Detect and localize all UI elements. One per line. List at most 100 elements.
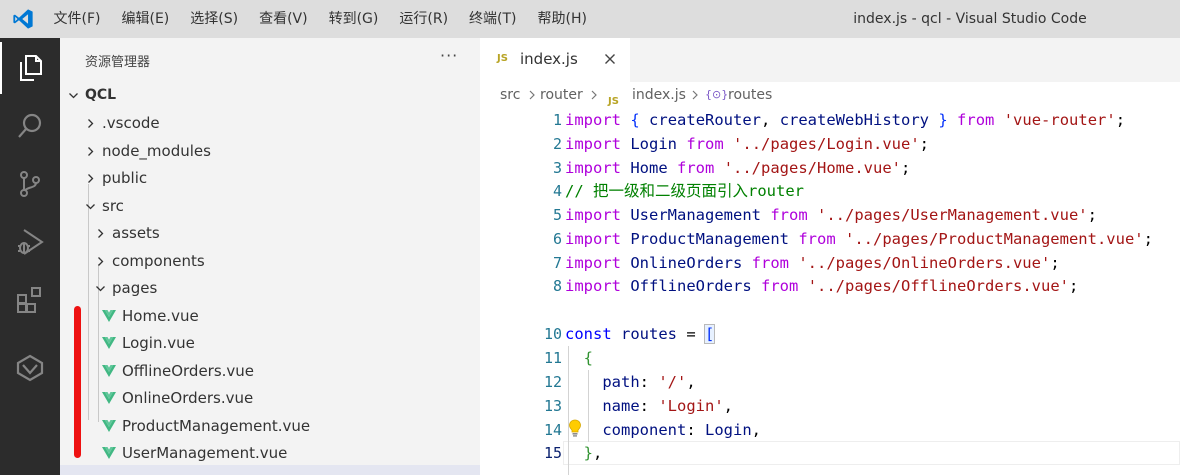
current-line-highlight <box>563 441 1180 465</box>
tree-file-offline-orders-vue[interactable]: OfflineOrders.vue <box>60 358 480 385</box>
tree-label: src <box>102 197 124 215</box>
breadcrumb-src[interactable]: src <box>500 82 520 108</box>
line-number: 5 <box>552 206 562 224</box>
tree-file-user-management-vue[interactable]: UserManagement.vue <box>60 440 480 467</box>
menu-view[interactable]: 查看(V) <box>249 0 319 38</box>
chevron-down-icon <box>96 286 105 292</box>
code-line: import OfflineOrders from '../pages/Offl… <box>565 277 1079 295</box>
line-number-current: 15 <box>543 444 562 462</box>
menu-bar: 文件(F) 编辑(E) 选择(S) 查看(V) 转到(G) 运行(R) 终端(T… <box>43 0 597 38</box>
tree-label: public <box>102 169 148 187</box>
tree-file-home-vue[interactable]: Home.vue <box>60 303 480 330</box>
menu-help[interactable]: 帮助(H) <box>527 0 597 38</box>
tree-label: pages <box>112 279 158 297</box>
editor-tab-bar: JS index.js <box>480 38 1180 82</box>
code-line: import Home from '../pages/Home.vue'; <box>565 159 911 177</box>
explorer-icon[interactable] <box>0 42 60 94</box>
vue-file-icon <box>102 392 116 404</box>
code-line: // 把一级和二级页面引入router <box>565 182 804 200</box>
menu-edit[interactable]: 编辑(E) <box>111 0 180 38</box>
tree-label: OfflineOrders.vue <box>122 362 255 380</box>
vue-file-icon <box>102 365 116 377</box>
chevron-right-icon <box>88 147 94 156</box>
breadcrumb-router[interactable]: router <box>540 82 583 108</box>
code-line: const routes = [ <box>565 324 716 344</box>
menu-selection[interactable]: 选择(S) <box>180 0 249 38</box>
line-number: 1 <box>552 111 562 129</box>
lightbulb-icon[interactable] <box>568 419 582 437</box>
line-number: 6 <box>552 230 562 248</box>
chevron-right-icon <box>98 229 104 238</box>
tree-label: UserManagement.vue <box>122 444 288 462</box>
line-number: 10 <box>543 325 562 343</box>
chevron-down-icon <box>86 204 95 210</box>
tree-file-product-management-vue[interactable]: ProductManagement.vue <box>60 413 480 440</box>
tree-label: assets <box>112 224 160 242</box>
menu-run[interactable]: 运行(R) <box>389 0 459 38</box>
tree-label: .vscode <box>102 114 160 132</box>
line-number: 8 <box>552 277 562 295</box>
breadcrumb-symbol[interactable]: routes <box>728 82 772 108</box>
chevron-right-icon <box>692 90 698 100</box>
code-line: { <box>583 349 594 367</box>
code-line: path: '/', <box>602 373 696 391</box>
tree-folder-pages[interactable]: pages <box>60 275 480 302</box>
line-number: 4 <box>552 182 562 200</box>
vue-file-icon <box>102 310 116 322</box>
chevron-right-icon <box>591 90 597 100</box>
tree-label: QCL <box>85 87 117 103</box>
search-icon[interactable] <box>0 100 60 152</box>
code-line: }, <box>583 444 603 462</box>
code-line: import UserManagement from '../pages/Use… <box>565 206 1097 224</box>
title-bar: 文件(F) 编辑(E) 选择(S) 查看(V) 转到(G) 运行(R) 终端(T… <box>0 0 1180 38</box>
code-line: import ProductManagement from '../pages/… <box>565 230 1153 248</box>
vue-file-icon <box>102 420 116 432</box>
tree-label: ProductManagement.vue <box>122 417 311 435</box>
line-number: 3 <box>552 159 562 177</box>
symbol-variable-icon: {⊙} <box>705 88 729 101</box>
code-line: component: Login, <box>602 421 762 439</box>
run-debug-icon[interactable] <box>0 216 60 268</box>
tree-label: components <box>112 252 205 270</box>
line-number: 12 <box>543 373 562 391</box>
chevron-right-icon <box>529 90 535 100</box>
tree-label: node_modules <box>102 142 211 160</box>
remote-explorer-icon[interactable] <box>0 342 60 394</box>
tree-label: OnlineOrders.vue <box>122 389 254 407</box>
tree-folder-node-modules[interactable]: node_modules <box>60 138 480 165</box>
tree-folder-components[interactable]: components <box>60 248 480 275</box>
tree-folder-vscode[interactable]: .vscode <box>60 110 480 137</box>
code-line: name: 'Login', <box>602 397 733 415</box>
tree-root-folder[interactable]: QCL <box>60 82 480 109</box>
menu-go[interactable]: 转到(G) <box>318 0 389 38</box>
extensions-icon[interactable] <box>0 274 60 326</box>
tree-folder-public[interactable]: public <box>60 165 480 192</box>
window-title: index.js - qcl - Visual Studio Code <box>853 11 1087 27</box>
tab-label: index.js <box>520 50 578 68</box>
tree-file-login-vue[interactable]: Login.vue <box>60 330 480 357</box>
source-control-icon[interactable] <box>0 158 60 210</box>
tab-index-js[interactable]: JS index.js <box>480 38 630 82</box>
breadcrumb: src router JS index.js {⊙} routes <box>500 82 1180 108</box>
tree-file-online-orders-vue[interactable]: OnlineOrders.vue <box>60 385 480 412</box>
tree-folder-assets[interactable]: assets <box>60 220 480 247</box>
tree-folder-src[interactable]: src <box>60 193 480 220</box>
close-icon[interactable] <box>604 53 616 65</box>
explorer-header: 资源管理器 <box>85 55 151 70</box>
vscode-logo-icon <box>13 9 33 29</box>
chevron-right-icon <box>88 174 94 183</box>
vue-file-icon <box>102 447 116 459</box>
tree-label: Home.vue <box>122 307 199 325</box>
red-highlight-annotation <box>74 306 81 458</box>
activity-bar <box>0 38 60 475</box>
chevron-right-icon <box>88 119 94 128</box>
menu-file[interactable]: 文件(F) <box>43 0 111 38</box>
js-file-icon: JS <box>497 53 508 64</box>
code-line: import Login from '../pages/Login.vue'; <box>565 135 930 153</box>
chevron-right-icon <box>98 257 104 266</box>
line-number: 11 <box>543 349 562 367</box>
more-actions-icon[interactable]: ··· <box>440 46 458 65</box>
line-number: 7 <box>552 254 562 272</box>
breadcrumb-file[interactable]: index.js <box>632 82 686 108</box>
menu-terminal[interactable]: 终端(T) <box>459 0 527 38</box>
